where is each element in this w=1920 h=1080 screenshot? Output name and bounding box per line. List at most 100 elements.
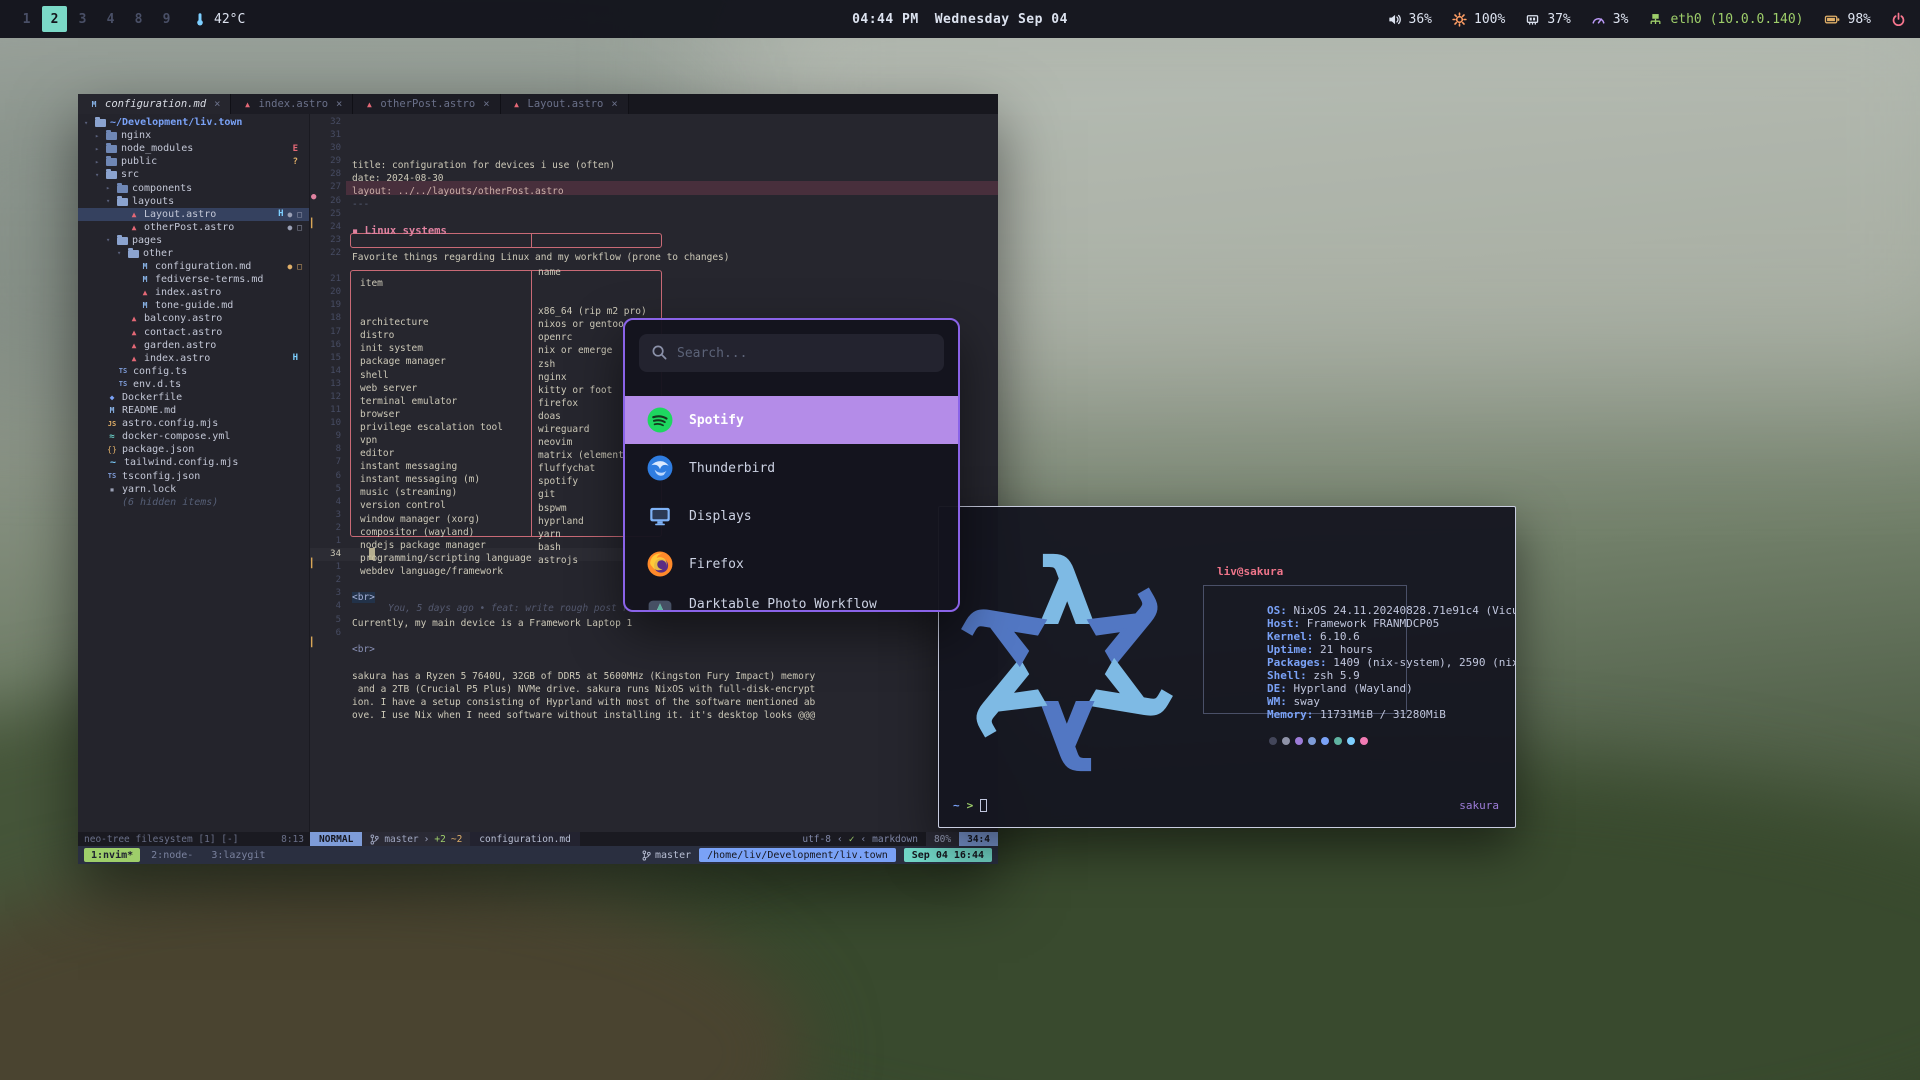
file-type-icon [106, 418, 118, 429]
line-number: 24 [318, 222, 341, 232]
tree-item[interactable]: package.json [78, 443, 309, 456]
tree-item[interactable]: ▾ layouts [78, 195, 309, 208]
expander-icon[interactable]: ▾ [95, 171, 102, 179]
prompt-path: ~ [953, 799, 960, 812]
memory-module[interactable]: 37% [1525, 12, 1570, 27]
tab-close-icon[interactable]: × [214, 98, 220, 110]
buffer-tab[interactable]: Layout.astro × [501, 94, 629, 114]
file-name: Layout.astro [144, 209, 216, 220]
tmux-windows: 1:nvim* 2:node- 3:lazygit [84, 848, 273, 862]
expander-icon[interactable]: ▸ [106, 184, 113, 192]
tree-item[interactable]: Layout.astro H ● □ [78, 208, 309, 221]
tree-item[interactable]: astro.config.mjs [78, 417, 309, 430]
workspace-button[interactable]: 1 [14, 6, 39, 32]
tree-item[interactable]: ▸ public ? [78, 155, 309, 168]
tmux-window[interactable]: 3:lazygit [204, 848, 272, 862]
clock-date: Wednesday Sep 04 [935, 12, 1068, 27]
line-number: 27 [318, 182, 341, 192]
tree-item[interactable]: configuration.md ● □ [78, 260, 309, 273]
tree-item[interactable]: (6 hidden items) [78, 496, 309, 509]
launcher-item[interactable]: Darktable Photo Workflow Software [625, 588, 958, 612]
expander-icon[interactable]: ▾ [106, 236, 113, 244]
tab-close-icon[interactable]: × [483, 98, 489, 110]
tree-item[interactable]: otherPost.astro ● □ [78, 221, 309, 234]
tab-label: otherPost.astro [380, 98, 475, 110]
shell-prompt[interactable]: ~ > [953, 799, 987, 812]
workspace-button[interactable]: 9 [154, 6, 179, 32]
launcher-item[interactable]: Firefox [625, 540, 958, 588]
buffer-line: ove. I use Nix when I need software with… [310, 666, 998, 679]
expander-icon[interactable]: ▸ [95, 145, 102, 153]
diagnostic-marker: ? [293, 157, 298, 167]
terminal-window[interactable]: λ λ λ λ λ λ liv@sakura OS: NixOS 24.11.2… [938, 506, 1516, 828]
line-number: 19 [318, 300, 341, 310]
network-module[interactable]: eth0 (10.0.0.140) [1648, 12, 1803, 27]
branch-icon [642, 850, 651, 861]
workspace-button[interactable]: 4 [98, 6, 123, 32]
buffer-tab[interactable]: index.astro × [231, 94, 353, 114]
line-number: 3 [318, 588, 341, 598]
tree-item[interactable]: yarn.lock [78, 483, 309, 496]
tree-item[interactable]: README.md [78, 404, 309, 417]
search-input[interactable] [639, 334, 944, 372]
file-name: node_modules [121, 143, 193, 154]
buffer-tab[interactable]: otherPost.astro × [353, 94, 500, 114]
tree-item[interactable]: ▸ nginx [78, 129, 309, 142]
tree-item[interactable]: ▸ node_modules E [78, 142, 309, 155]
workspace-button[interactable]: 3 [70, 6, 95, 32]
tmux-window[interactable]: 1:nvim* [84, 848, 140, 862]
tree-item[interactable]: Dockerfile [78, 391, 309, 404]
launcher-item[interactable]: Displays [625, 492, 958, 540]
tree-item[interactable]: ▾ pages [78, 234, 309, 247]
tree-item[interactable]: tailwind.config.mjs [78, 456, 309, 469]
expander-icon[interactable]: ▾ [106, 197, 113, 205]
tree-item[interactable]: ▸ components [78, 181, 309, 194]
file-name: configuration.md [155, 261, 251, 272]
workspace-button[interactable]: 2 [42, 6, 67, 32]
expander-icon[interactable]: ▸ [95, 132, 102, 140]
tree-item[interactable]: fediverse-terms.md [78, 273, 309, 286]
tree-item[interactable]: ▾ ~/Development/liv.town [78, 116, 309, 129]
brightness-module[interactable]: 100% [1452, 12, 1505, 27]
cpu-module[interactable]: 3% [1591, 12, 1629, 27]
tree-item[interactable]: docker-compose.yml [78, 430, 309, 443]
buffer-line: 32 title: configuration for devices i us… [310, 116, 998, 129]
workspace-button[interactable]: 8 [126, 6, 151, 32]
line-number: 21 [318, 274, 341, 284]
tree-item[interactable]: tone-guide.md [78, 299, 309, 312]
tab-close-icon[interactable]: × [336, 98, 342, 110]
tree-item[interactable]: balcony.astro [78, 312, 309, 325]
launcher-item[interactable]: Spotify [625, 396, 958, 444]
tree-item[interactable]: index.astro [78, 286, 309, 299]
tab-close-icon[interactable]: × [611, 98, 617, 110]
neo-tree-panel[interactable]: ▾ ~/Development/liv.town ▸ nginx ▸ node_… [78, 114, 310, 832]
app-launcher[interactable]: Spotify Thunderbird [623, 318, 960, 612]
tree-item[interactable]: garden.astro [78, 339, 309, 352]
buffer-tab[interactable]: configuration.md × [78, 94, 231, 114]
palette-dot [1360, 737, 1368, 745]
tree-item[interactable]: index.astro H [78, 352, 309, 365]
volume-module[interactable]: 36% [1387, 12, 1432, 27]
tree-item[interactable]: config.ts [78, 365, 309, 378]
diff-modified: ~2 [451, 834, 462, 845]
launcher-item[interactable]: Thunderbird [625, 444, 958, 492]
tree-item[interactable]: ▾ other [78, 247, 309, 260]
file-name: tailwind.config.mjs [124, 457, 238, 468]
tree-item[interactable]: contact.astro [78, 326, 309, 339]
buffer-line: and a 2TB (Crucial P5 Plus) NVMe drive. … [310, 640, 998, 653]
expander-icon[interactable]: ▸ [95, 158, 102, 166]
tmux-window[interactable]: 2:node- [144, 848, 200, 862]
power-button[interactable] [1891, 12, 1906, 27]
file-type-icon [128, 327, 140, 338]
launcher-searchbox[interactable] [639, 334, 944, 372]
fetch-field-value: sway [1293, 695, 1320, 708]
battery-module[interactable]: 98% [1824, 12, 1871, 27]
spotify-icon [647, 407, 673, 433]
palette-dot [1282, 737, 1290, 745]
expander-icon[interactable]: ▾ [117, 249, 124, 257]
tree-item[interactable]: ▾ src [78, 168, 309, 181]
tree-item[interactable]: env.d.ts [78, 378, 309, 391]
temperature-module[interactable]: 42°C [193, 12, 245, 27]
tree-item[interactable]: tsconfig.json [78, 470, 309, 483]
expander-icon[interactable]: ▾ [84, 119, 91, 127]
